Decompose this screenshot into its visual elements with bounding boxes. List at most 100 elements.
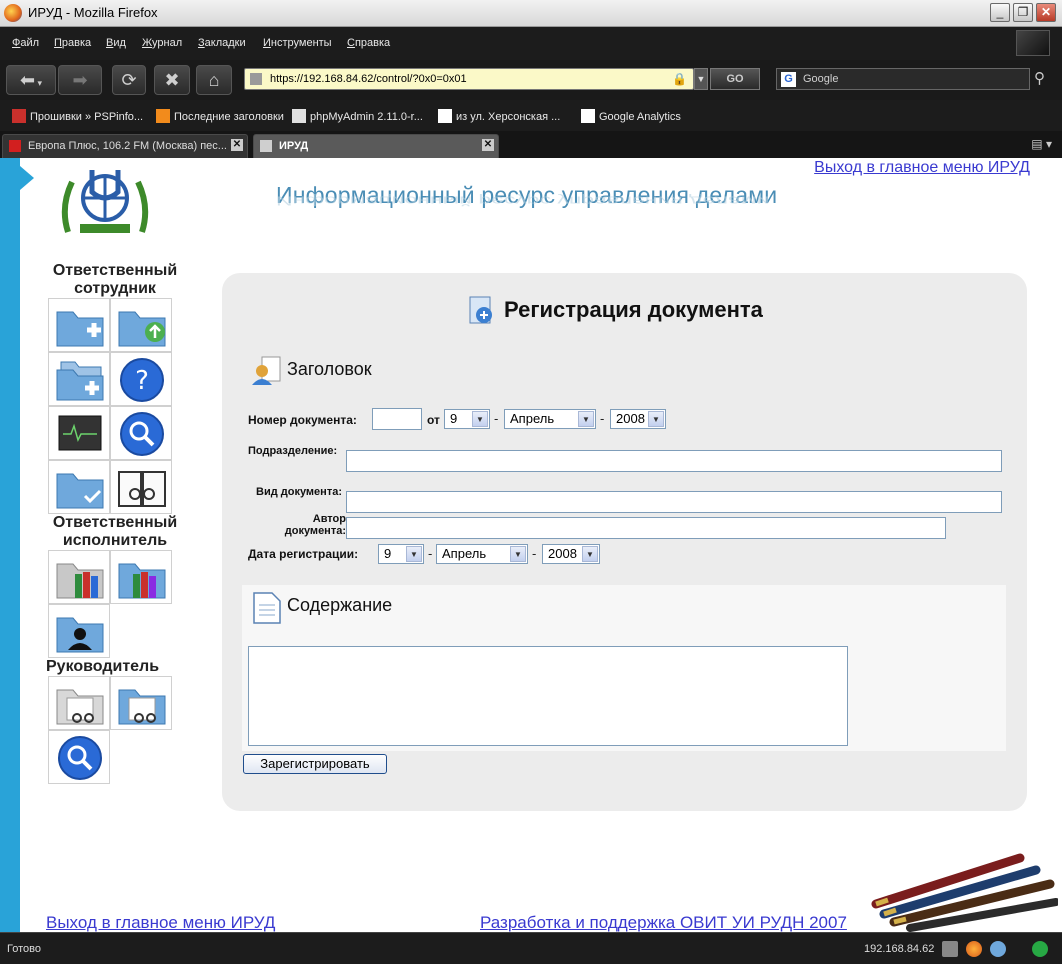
back-button[interactable]: ⬅ ▾ [6, 65, 56, 95]
chevron-down-icon: ▼ [406, 546, 422, 562]
manager-search-tile[interactable] [48, 730, 110, 784]
search-tile[interactable] [110, 406, 172, 460]
maximize-button[interactable]: ❐ [1013, 3, 1033, 22]
manager-archive-tile[interactable] [110, 676, 172, 730]
close-tab-icon[interactable]: ✕ [231, 139, 243, 151]
firefox-addon-icon[interactable] [966, 941, 982, 957]
new-document-tile[interactable] [48, 298, 110, 352]
tab-list-icon[interactable]: ▤ ▾ [1031, 137, 1052, 151]
folder-books-icon [56, 563, 104, 599]
doc-number-input[interactable] [372, 408, 422, 430]
register-button[interactable]: Зарегистрировать [243, 754, 387, 774]
doc-type-input[interactable] [346, 491, 1002, 513]
sidebar-heading-manager: Руководитель [46, 658, 160, 675]
menu-file[interactable]: Файл [12, 37, 39, 49]
reg-year-value: 2008 [548, 546, 577, 561]
url-history-dropdown[interactable]: ▼ [694, 68, 708, 90]
date-separator: - [600, 411, 605, 426]
doc-month-select[interactable]: Апрель ▼ [504, 409, 596, 429]
menu-help[interactable]: Справка [347, 37, 390, 49]
doc-year-select[interactable]: 2008 ▼ [610, 409, 666, 429]
tab-strip: Европа Плюс, 106.2 FM (Москва) пес... ✕ … [0, 131, 1062, 158]
firefox-icon [4, 4, 22, 22]
padlock-icon[interactable] [942, 941, 958, 957]
folder-check-icon [56, 473, 104, 509]
bookmark-item[interactable]: phpMyAdmin 2.11.0-r... [292, 109, 423, 123]
approved-documents-tile[interactable] [48, 460, 110, 514]
address-url: https://192.168.84.62/control/?0x0=0x01 [270, 73, 467, 85]
reg-year-select[interactable]: 2008 ▼ [542, 544, 600, 564]
author-input[interactable] [346, 517, 946, 539]
menu-view[interactable]: Вид [106, 37, 126, 49]
content-textarea[interactable] [248, 646, 848, 746]
bookmark-item[interactable]: Прошивки » PSPinfo... [12, 109, 143, 123]
close-button[interactable]: ✕ [1036, 3, 1056, 22]
help-tile[interactable]: ? [110, 352, 172, 406]
bookmark-label: из ул. Херсонская ... [456, 111, 561, 123]
security-check-icon[interactable] [1032, 941, 1048, 957]
bookmark-item[interactable]: из ул. Херсонская ... [438, 109, 560, 123]
reg-day-select[interactable]: 9 ▼ [378, 544, 424, 564]
sidebar-heading-executor: Ответственный исполнитель [52, 514, 178, 549]
download-status-icon[interactable] [990, 941, 1006, 957]
upload-document-tile[interactable] [110, 298, 172, 352]
tab-irud[interactable]: ИРУД ✕ [253, 134, 499, 158]
date-separator: - [532, 546, 537, 561]
bookmark-label: Google Analytics [599, 111, 681, 123]
stop-button[interactable]: ✖ [154, 65, 190, 95]
close-tab-icon[interactable]: ✕ [482, 139, 494, 151]
manager-review-tile[interactable] [48, 676, 110, 730]
search-icon [58, 736, 102, 780]
chevron-down-icon: ▼ [578, 411, 594, 427]
search-placeholder: Google [803, 73, 839, 85]
menu-bookmarks[interactable]: Закладки [198, 37, 246, 49]
folder-books-blue-icon [118, 563, 166, 599]
executor-profile-tile[interactable] [48, 604, 110, 658]
reg-day-value: 9 [384, 546, 392, 561]
status-ip: 192.168.84.62 [864, 943, 935, 955]
section-header-title: Заголовок [287, 359, 372, 379]
open-book-icon [118, 471, 166, 507]
svg-text:?: ? [135, 366, 149, 396]
reload-button[interactable]: ⟳ [112, 65, 146, 95]
tab-europa-plus[interactable]: Европа Плюс, 106.2 FM (Москва) пес... ✕ [2, 134, 248, 158]
menu-history[interactable]: Журнал [142, 37, 182, 49]
menu-edit[interactable]: Правка [54, 37, 91, 49]
division-label: Подразделение: [248, 445, 338, 457]
search-icon[interactable]: ⚲ [1034, 69, 1045, 87]
bookmark-item[interactable]: Google Analytics [581, 109, 681, 123]
page-icon [260, 140, 272, 152]
division-input[interactable] [346, 450, 1002, 472]
window-title: ИРУД - Mozilla Firefox [28, 5, 158, 20]
footer-credits-link[interactable]: Разработка и поддержка ОВИТ УИ РУДН 2007 [480, 913, 847, 932]
status-text: Готово [7, 943, 41, 955]
tab-label: Европа Плюс, 106.2 FM (Москва) пес... [28, 140, 227, 152]
menu-tools[interactable]: Инструменты [263, 37, 332, 49]
address-bar[interactable]: https://192.168.84.62/control/?0x0=0x01 … [244, 68, 694, 90]
folders-add-icon [56, 361, 104, 401]
minimize-button[interactable]: _ [990, 3, 1010, 22]
executor-documents-tile[interactable] [48, 550, 110, 604]
search-box[interactable]: G Google [776, 68, 1030, 90]
add-documents-tile[interactable] [48, 352, 110, 406]
left-accent-strip [0, 158, 34, 932]
bookmark-item[interactable]: Последние заголовки [156, 109, 284, 123]
doc-number-label: Номер документа: [248, 413, 357, 427]
exit-main-menu-link[interactable]: Выход в главное меню ИРУД [814, 159, 1030, 177]
page-icon [292, 109, 306, 123]
google-icon[interactable]: G [781, 72, 796, 87]
monitor-tile[interactable] [48, 406, 110, 460]
folder-glasses-icon [56, 689, 104, 725]
menubar: Файл Правка Вид Журнал Закладки Инструме… [0, 27, 1062, 60]
forward-button[interactable]: ➡ [58, 65, 102, 95]
executor-archive-tile[interactable] [110, 550, 172, 604]
footer-exit-link[interactable]: Выход в главное меню ИРУД [46, 913, 275, 932]
reg-month-value: Апрель [442, 546, 487, 561]
doc-day-select[interactable]: 9 ▼ [444, 409, 490, 429]
go-button[interactable]: GO [710, 68, 760, 90]
journal-tile[interactable] [110, 460, 172, 514]
reg-month-select[interactable]: Апрель ▼ [436, 544, 528, 564]
home-button[interactable]: ⌂ [196, 65, 232, 95]
author-label-line2: документа: [284, 525, 346, 537]
padlock-icon[interactable]: 🔒 [672, 72, 687, 86]
